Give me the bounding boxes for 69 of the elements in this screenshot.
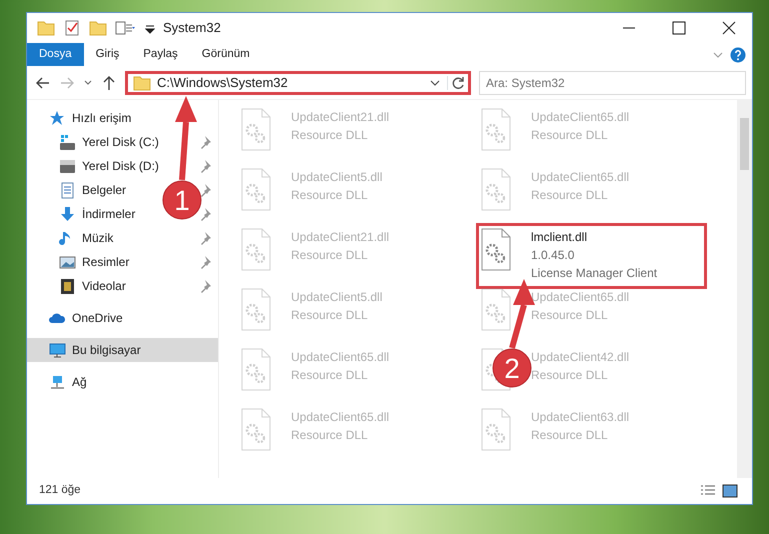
sidebar-item[interactable]: Hızlı erişim xyxy=(49,109,132,127)
documents-icon xyxy=(59,182,76,198)
sidebar-item[interactable]: Yerel Disk (D:) xyxy=(59,157,159,175)
help-icon[interactable] xyxy=(730,46,746,62)
file-name[interactable]: lmclient.dll xyxy=(531,228,658,246)
sidebar-item[interactable]: Bu bilgisayar xyxy=(49,341,141,359)
star-icon xyxy=(49,110,66,126)
file-detail: Resource DLL xyxy=(291,307,369,324)
address-bar[interactable]: C:\Windows\System32 xyxy=(125,70,471,94)
file-detail: Resource DLL xyxy=(291,187,369,204)
window-title: System32 xyxy=(163,19,222,38)
maximize-icon[interactable] xyxy=(672,21,686,35)
pin-icon[interactable] xyxy=(200,159,212,173)
back-icon[interactable] xyxy=(35,74,51,90)
sidebar-item[interactable]: İndirmeler xyxy=(59,205,136,223)
pin-icon[interactable] xyxy=(200,255,212,269)
properties-icon[interactable] xyxy=(115,19,137,37)
pictures-icon xyxy=(59,254,76,270)
vertical-scrollbar[interactable] xyxy=(737,100,752,478)
scroll-thumb[interactable] xyxy=(740,118,749,170)
ribbon-tab[interactable]: Dosya xyxy=(27,43,84,66)
computer-icon xyxy=(49,342,66,358)
file-detail: Resource DLL xyxy=(291,427,369,444)
sidebar-item[interactable]: Ağ xyxy=(49,373,87,391)
windrive-icon xyxy=(59,134,76,150)
item-count: 121 öğe xyxy=(39,483,82,498)
step-badge: 2 xyxy=(492,348,532,388)
ribbon-tab[interactable]: Giriş xyxy=(84,43,132,66)
search-field[interactable]: Ara: System32 xyxy=(479,70,746,94)
selection-highlight[interactable]: Bu bilgisayar xyxy=(27,338,218,362)
checklist-icon[interactable] xyxy=(63,19,81,37)
pin-icon[interactable] xyxy=(200,183,212,197)
folder-icon[interactable] xyxy=(37,19,55,37)
dll-file-icon[interactable] xyxy=(481,228,511,271)
drive-icon xyxy=(59,158,76,174)
pin-icon[interactable] xyxy=(200,279,212,293)
videos-icon xyxy=(59,278,76,294)
address-path: C:\Windows\System32 xyxy=(157,74,289,92)
large-icons-view-icon[interactable] xyxy=(722,484,738,498)
file-detail: Resource DLL xyxy=(291,247,369,264)
file-detail: License Manager Client xyxy=(531,265,658,282)
ribbon-tab[interactable]: Paylaş xyxy=(131,43,190,66)
refresh-icon[interactable] xyxy=(451,76,465,90)
pin-icon[interactable] xyxy=(200,135,212,149)
file-detail: Resource DLL xyxy=(531,187,609,204)
network-icon xyxy=(49,374,66,390)
sidebar-item[interactable]: Müzik xyxy=(59,229,114,247)
forward-icon[interactable] xyxy=(59,74,75,90)
up-icon[interactable] xyxy=(101,74,117,90)
sidebar-item[interactable]: Yerel Disk (C:) xyxy=(59,133,159,151)
pin-icon[interactable] xyxy=(200,207,212,221)
file-detail: 1.0.45.0 xyxy=(531,247,576,264)
pin-icon[interactable] xyxy=(200,231,212,245)
file-detail: Resource DLL xyxy=(531,127,609,144)
sidebar-item[interactable]: Videolar xyxy=(59,277,126,295)
sidebar-item[interactable]: Belgeler xyxy=(59,181,126,199)
step-badge: 1 xyxy=(162,180,202,220)
downloads-icon xyxy=(59,206,76,222)
ribbon-tab[interactable]: Görünüm xyxy=(190,43,262,66)
sidebar-item[interactable]: OneDrive xyxy=(49,309,123,327)
file-detail: Resource DLL xyxy=(531,427,609,444)
file-detail: Resource DLL xyxy=(291,367,369,384)
file-detail: Resource DLL xyxy=(531,367,609,384)
sidebar-item[interactable]: Resimler xyxy=(59,253,130,271)
close-icon[interactable] xyxy=(722,21,736,35)
folder-icon xyxy=(133,74,151,92)
folder-icon[interactable] xyxy=(89,19,107,37)
file-detail: Resource DLL xyxy=(291,127,369,144)
file-detail: Resource DLL xyxy=(531,307,609,324)
